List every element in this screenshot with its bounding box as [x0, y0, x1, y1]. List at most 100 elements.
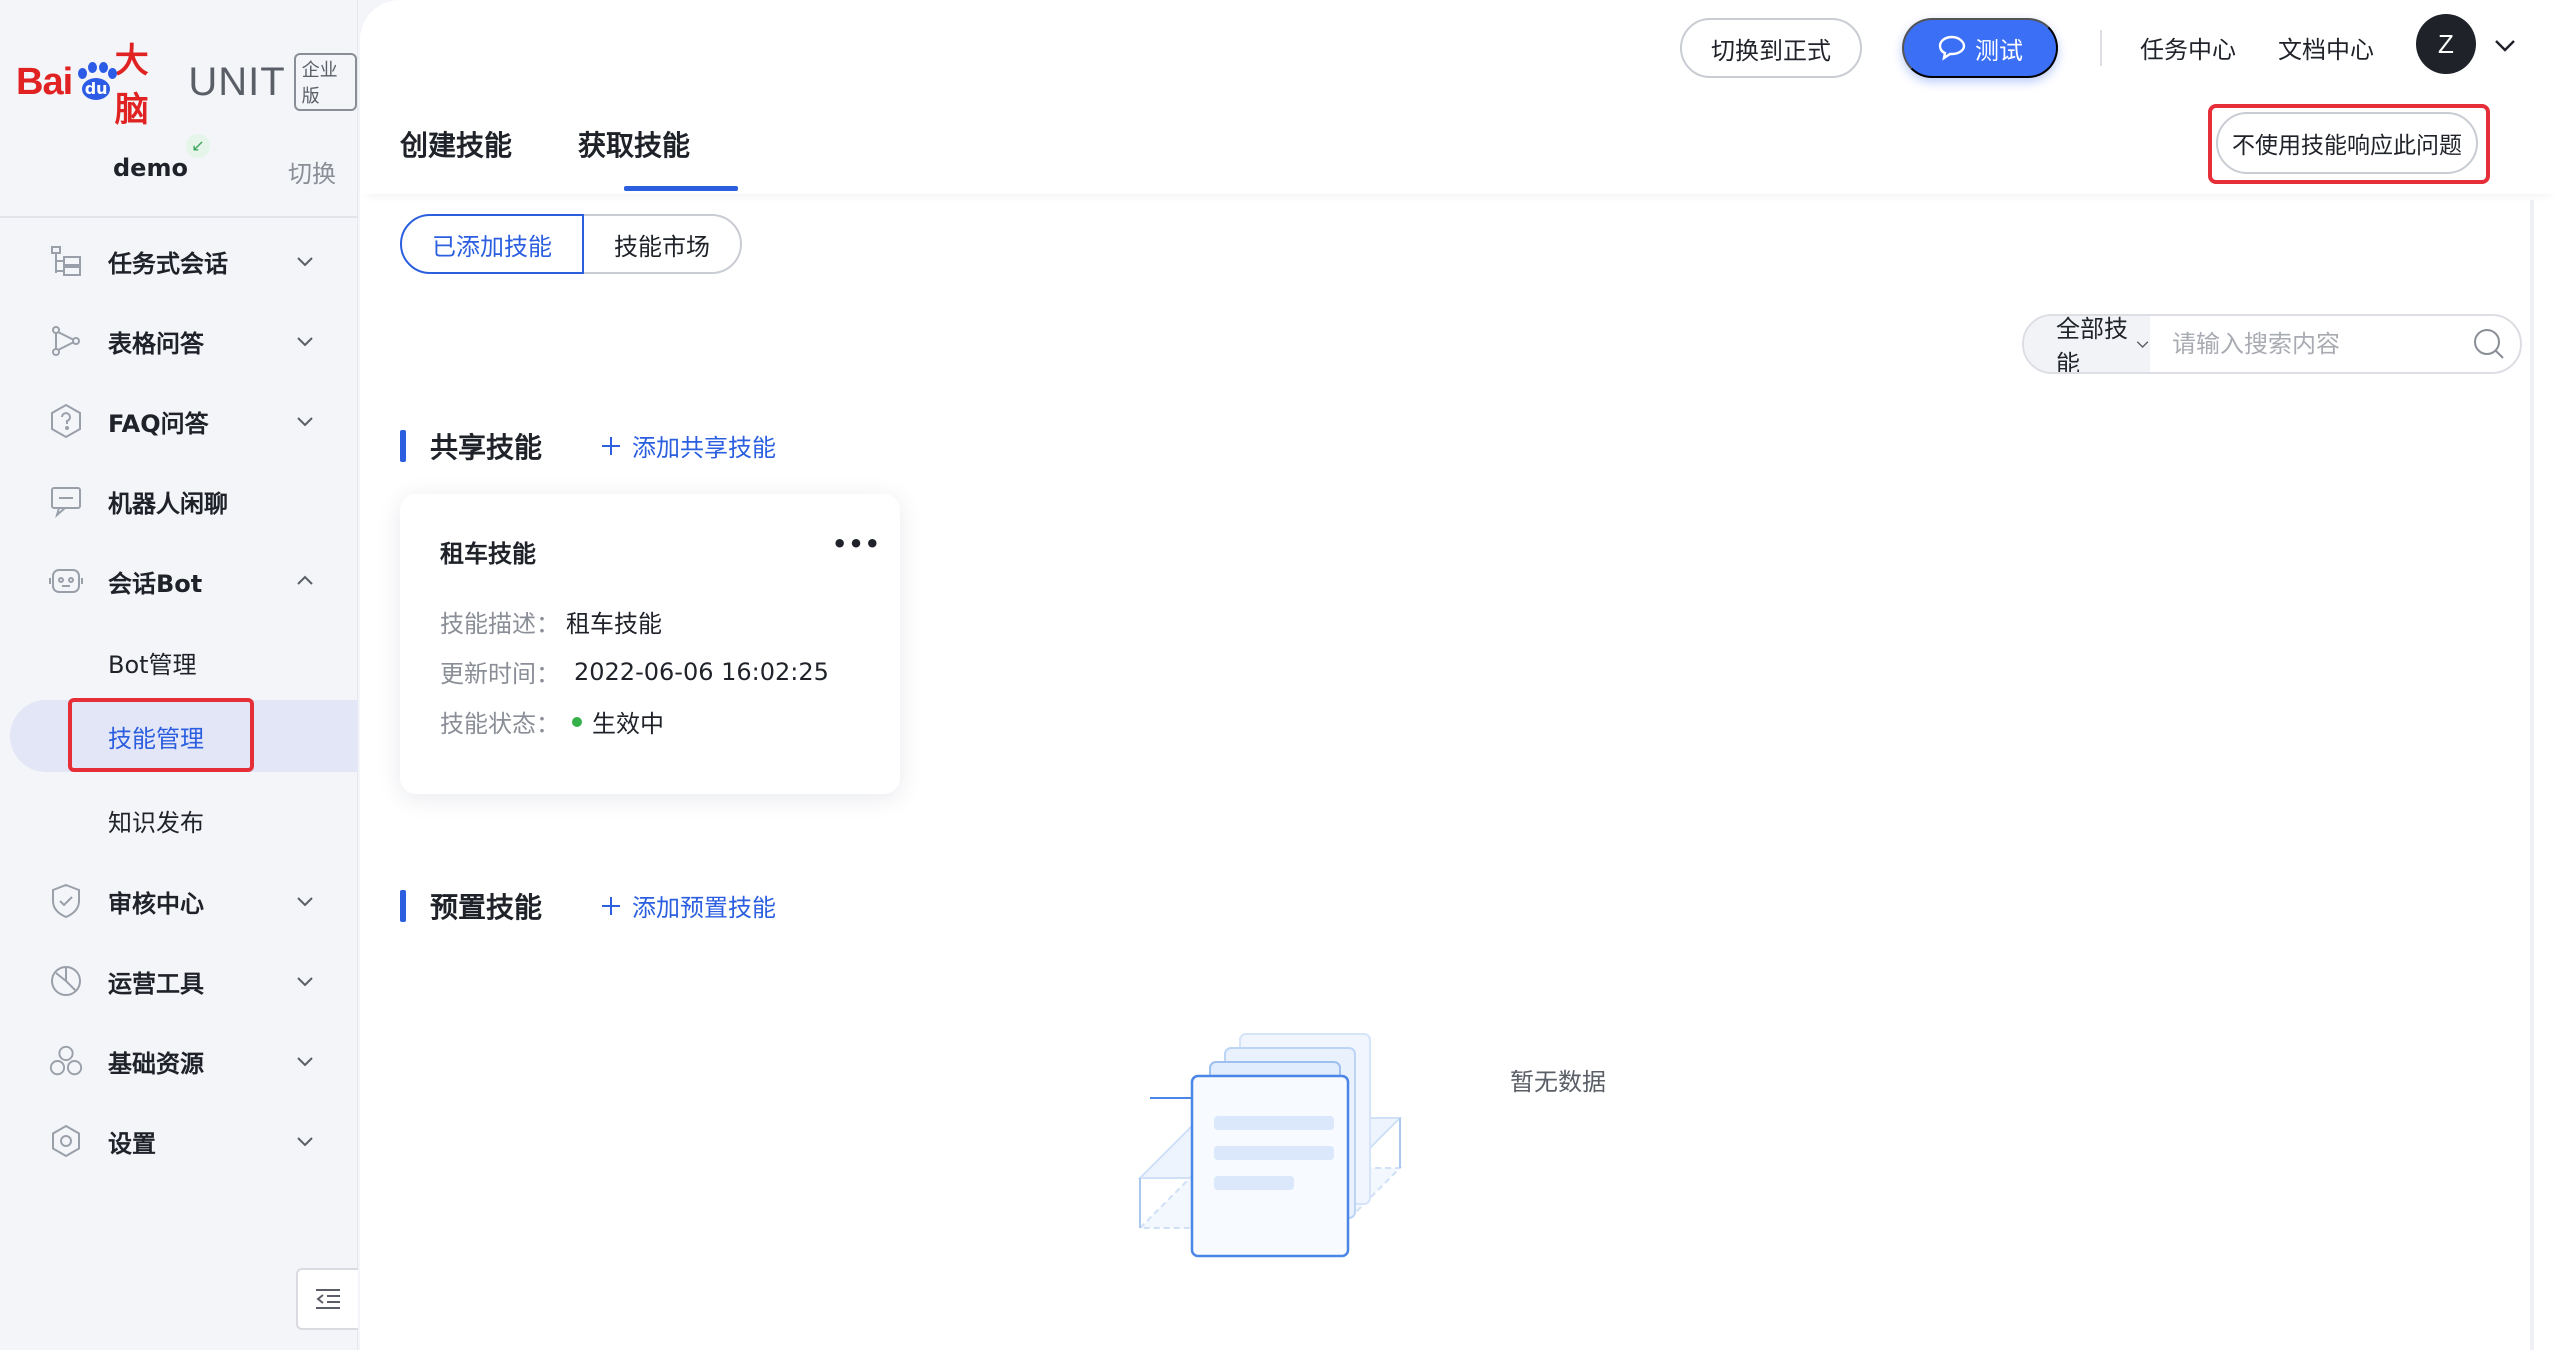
active-tab-indicator [624, 186, 738, 191]
search-icon[interactable] [2472, 324, 2506, 364]
task-center-link[interactable]: 任务中心 [2140, 30, 2236, 65]
skill-description-row: 技能描述： 租车技能 [440, 604, 662, 639]
switch-to-production-button[interactable]: 切换到正式 [1680, 18, 1862, 78]
skill-market-tab[interactable]: 技能市场 [584, 214, 742, 274]
resources-icon [48, 1043, 84, 1079]
empty-state-text: 暂无数据 [1510, 1068, 1606, 1096]
workspace-switcher: demo 切换 [0, 140, 358, 200]
add-shared-skill-label: 添加共享技能 [632, 434, 776, 462]
top-header: 切换到正式 测试 任务中心 文档中心 Z [360, 0, 2556, 94]
sidebar-item-task-dialog[interactable]: 任务式会话 [0, 228, 358, 294]
skill-tabs: 创建技能 获取技能 不使用技能响应此问题 [360, 94, 2556, 194]
ops-tools-icon [48, 963, 84, 999]
sidebar-item-resources[interactable]: 基础资源 [0, 1028, 358, 1094]
skill-source-segmented-control: 已添加技能 技能市场 [400, 214, 742, 274]
workspace-switch-link[interactable]: 切换 [288, 154, 336, 189]
status-active-dot [572, 716, 582, 727]
logo-du-text: du [82, 78, 111, 100]
skill-filter-label: 全部技能 [2056, 315, 2128, 374]
skill-description-label: 技能描述： [440, 610, 560, 638]
sidebar: Bai du 大脑 UNIT 企业版 demo 切换 ↙ 任务式会话 表格问答 [0, 0, 358, 1350]
logo-bai-text: Bai [16, 60, 73, 103]
sidebar-subitem-label: Bot管理 [108, 650, 197, 679]
sidebar-item-ops-tools[interactable]: 运营工具 [0, 948, 358, 1014]
plus-icon [602, 896, 620, 915]
bot-icon [48, 563, 84, 599]
sidebar-item-chitchat[interactable]: 机器人闲聊 [0, 468, 358, 534]
tab-create-skill[interactable]: 创建技能 [400, 124, 512, 164]
skill-description-value: 租车技能 [566, 610, 662, 638]
sidebar-divider [0, 216, 358, 218]
skill-status-label: 技能状态： [440, 710, 560, 738]
sidebar-item-table-qa[interactable]: 表格问答 [0, 308, 358, 374]
task-dialog-icon [48, 243, 84, 279]
preset-skills-heading: 预置技能 [400, 886, 542, 926]
skill-status-value: 生效中 [592, 710, 664, 738]
chevron-down-icon [297, 337, 313, 347]
logo-dana-text: 大脑 [114, 41, 149, 130]
skill-updated-label: 更新时间： [440, 660, 560, 688]
empty-state-illustration [1137, 1033, 1403, 1258]
baidu-unit-logo[interactable]: Bai du 大脑 UNIT 企业版 [16, 41, 357, 130]
tab-get-skill[interactable]: 获取技能 [578, 124, 690, 164]
chevron-down-icon [297, 1137, 313, 1147]
chevron-down-icon [297, 977, 313, 987]
chevron-down-icon [297, 1057, 313, 1067]
shared-skills-heading: 共享技能 [400, 426, 542, 466]
sidebar-item-label: 运营工具 [108, 969, 204, 998]
header-divider [2100, 30, 2102, 66]
add-preset-skill-button[interactable]: 添加预置技能 [600, 888, 776, 923]
skill-card-title: 租车技能 [440, 540, 536, 568]
chat-icon [48, 483, 84, 519]
sidebar-item-review-center[interactable]: 审核中心 [0, 868, 358, 934]
workspace-status-icon: ↙ [186, 134, 210, 158]
chevron-down-icon [297, 897, 313, 907]
sidebar-item-bot[interactable]: 会话Bot [0, 548, 358, 614]
chevron-down-icon[interactable] [2492, 32, 2518, 58]
skill-status-row: 技能状态： 生效中 [440, 704, 664, 739]
section-accent-bar [400, 430, 406, 462]
sidebar-item-label: FAQ问答 [108, 409, 209, 438]
sidebar-item-label: 基础资源 [108, 1049, 204, 1078]
chat-bubble-icon [1938, 35, 1966, 61]
test-button[interactable]: 测试 [1902, 18, 2058, 78]
shared-skills-title: 共享技能 [430, 431, 543, 464]
chevron-down-icon [2136, 341, 2149, 348]
skill-filter-dropdown[interactable]: 全部技能 [2024, 316, 2150, 372]
add-preset-skill-label: 添加预置技能 [632, 894, 776, 922]
skill-card[interactable]: 租车技能 ••• 技能描述： 租车技能 更新时间： 2022-06-06 16:… [400, 494, 900, 794]
doc-center-link[interactable]: 文档中心 [2278, 30, 2374, 65]
sidebar-item-label: 表格问答 [108, 329, 204, 358]
sidebar-item-label: 设置 [108, 1129, 156, 1158]
workspace-name: demo [113, 154, 188, 182]
user-avatar[interactable]: Z [2416, 14, 2476, 74]
chevron-up-icon [297, 575, 313, 585]
main-content: 切换到正式 测试 任务中心 文档中心 Z 创建技能 获取技能 不使用技能响应此问… [360, 0, 2556, 1350]
sidebar-subitem-bot-management[interactable]: Bot管理 [0, 626, 358, 698]
sidebar-item-label: 任务式会话 [108, 249, 228, 278]
gear-icon [48, 1123, 84, 1159]
preset-skills-title: 预置技能 [430, 891, 543, 924]
added-skills-tab[interactable]: 已添加技能 [400, 214, 584, 274]
sidebar-item-settings[interactable]: 设置 [0, 1108, 358, 1174]
skill-search-bar: 全部技能 [2022, 314, 2522, 374]
product-name: UNIT [188, 59, 286, 104]
skill-updated-row: 更新时间： 2022-06-06 16:02:25 [440, 654, 829, 689]
collapse-sidebar-button[interactable] [296, 1268, 358, 1330]
collapse-menu-icon [316, 1289, 340, 1309]
highlight-box-skill-management [68, 698, 254, 772]
faq-icon [48, 403, 84, 439]
sidebar-subitem-label: 知识发布 [108, 808, 204, 837]
search-input[interactable] [2150, 316, 2472, 372]
scrollbar-track[interactable] [2530, 200, 2534, 1350]
sidebar-subitem-knowledge-publish[interactable]: 知识发布 [0, 784, 358, 856]
highlight-box-no-skill-button [2208, 104, 2490, 184]
sidebar-item-faq[interactable]: FAQ问答 [0, 388, 358, 454]
sidebar-item-label: 会话Bot [108, 569, 203, 598]
add-shared-skill-button[interactable]: 添加共享技能 [600, 428, 776, 463]
plus-icon [602, 436, 620, 455]
more-options-icon[interactable]: ••• [832, 530, 880, 558]
test-button-label: 测试 [1975, 37, 2023, 65]
section-accent-bar [400, 890, 406, 922]
sidebar-item-label: 审核中心 [108, 889, 204, 918]
